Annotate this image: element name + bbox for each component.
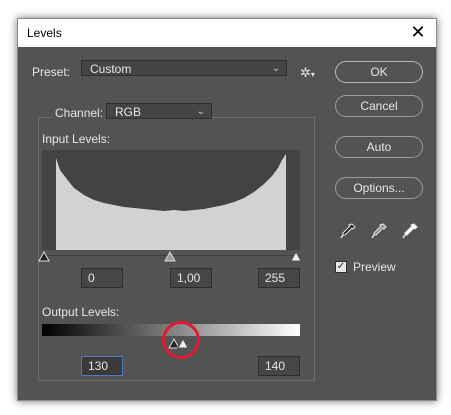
ok-button[interactable]: OK	[335, 61, 423, 83]
channel-label: Channel:	[52, 106, 107, 120]
input-white-field[interactable]: 255	[258, 268, 300, 288]
input-black-field[interactable]: 0	[81, 268, 123, 288]
input-gamma-field[interactable]: 1,00	[170, 268, 212, 288]
eyedropper-gray-icon[interactable]	[371, 222, 387, 240]
highlight-circle	[162, 321, 200, 359]
eyedropper-black-icon[interactable]	[340, 222, 356, 240]
input-white-handle[interactable]	[290, 251, 302, 262]
input-levels-label: Input Levels:	[42, 132, 111, 146]
histogram-graph	[56, 154, 286, 250]
preset-label: Preset:	[32, 65, 71, 79]
window-title: Levels	[27, 26, 62, 40]
options-button[interactable]: Options...	[335, 177, 423, 199]
preview-label: Preview	[353, 260, 396, 274]
input-gamma-handle[interactable]	[164, 251, 176, 262]
levels-dialog: Levels ✕ Preset: Custom ⌄ ✲▾ Channel: RG…	[17, 18, 437, 401]
title-bar: Levels ✕	[18, 19, 436, 47]
histogram	[42, 150, 300, 250]
close-icon[interactable]: ✕	[408, 22, 428, 42]
chevron-down-icon: ⌄	[271, 63, 280, 74]
gear-icon[interactable]: ✲▾	[300, 65, 315, 81]
cancel-button[interactable]: Cancel	[335, 95, 423, 117]
output-levels-label: Output Levels:	[42, 305, 120, 319]
output-white-field[interactable]: 140	[258, 356, 300, 376]
channel-value: RGB	[115, 105, 142, 119]
preset-value: Custom	[90, 62, 132, 76]
preview-checkbox[interactable]: ✓	[335, 261, 347, 273]
output-black-field[interactable]: 130	[81, 356, 123, 376]
eyedropper-white-icon[interactable]	[402, 222, 418, 240]
chevron-down-icon: ⌄	[196, 106, 205, 117]
channel-dropdown[interactable]: RGB ⌄	[106, 103, 212, 119]
input-black-handle[interactable]	[38, 251, 50, 262]
preset-dropdown[interactable]: Custom ⌄	[81, 60, 287, 76]
auto-button[interactable]: Auto	[335, 136, 423, 158]
